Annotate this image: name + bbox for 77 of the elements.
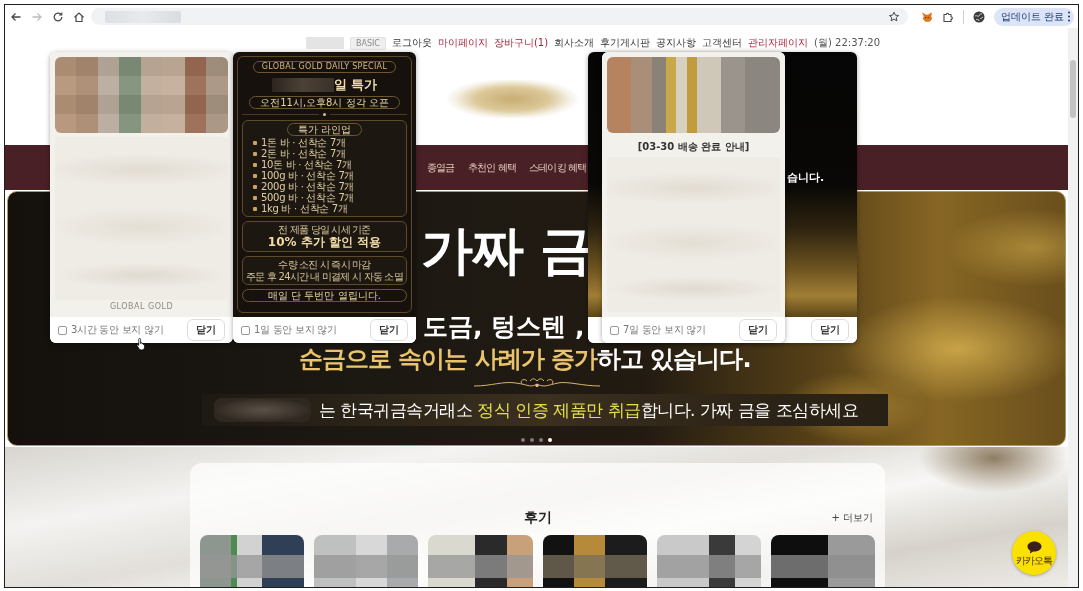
header-link[interactable]: 후기게시판 bbox=[600, 36, 651, 50]
photo-placeholder[interactable] bbox=[656, 535, 761, 587]
lineup-item: 10돈 바 · 선착순 7개 bbox=[261, 159, 352, 170]
popup-image-text: 습니다. bbox=[787, 171, 826, 184]
nav-link[interactable]: 스테이킹 혜택 bbox=[529, 160, 587, 175]
close-button[interactable]: 닫기 bbox=[370, 319, 408, 341]
profile-icon[interactable] bbox=[972, 10, 985, 23]
discount-note: 전 제품 당일 시세 기준 bbox=[278, 224, 371, 235]
rule-text: 수량 소진 시 즉시 마감 bbox=[278, 259, 371, 270]
back-icon[interactable] bbox=[10, 10, 22, 23]
nav-link[interactable]: 종열금 bbox=[427, 160, 455, 175]
photo-placeholder[interactable] bbox=[428, 535, 533, 587]
notice-text: 는 한국귀금속거래소 정식 인증 제품만 취급합니다. 가짜 금을 조심하세요 bbox=[319, 398, 859, 422]
header-link[interactable]: 관리자페이지 bbox=[748, 36, 809, 50]
scrollbar[interactable] bbox=[1068, 28, 1078, 587]
header-link[interactable]: 장바구니(1) bbox=[493, 36, 549, 50]
bullet-icon bbox=[253, 162, 257, 167]
scrollbar-thumb[interactable] bbox=[1070, 60, 1076, 118]
carousel-dot[interactable] bbox=[530, 438, 534, 442]
chat-bubble-icon bbox=[1026, 540, 1042, 554]
photo-placeholder[interactable] bbox=[770, 535, 876, 587]
tier-badge: BASIC bbox=[349, 36, 386, 50]
banner-warning-text: 순금으로 속이는 사례가 증가하고 있습니다. bbox=[299, 345, 751, 374]
header-link[interactable]: 회사소개 bbox=[554, 36, 595, 50]
discount-headline: 10% 추가 할인 적용 bbox=[267, 236, 382, 249]
reload-icon[interactable] bbox=[52, 10, 64, 23]
bullet-icon bbox=[253, 140, 257, 145]
banner-subline: 도금, 텅스텐 , bbox=[423, 312, 585, 341]
flourish-icon bbox=[471, 377, 602, 390]
home-icon[interactable] bbox=[73, 10, 85, 23]
lineup-item: 1kg 바 · 선착순 7개 bbox=[261, 203, 348, 214]
close-button[interactable]: 닫기 bbox=[739, 319, 777, 341]
lineup-item: 1돈 바 · 선착순 7개 bbox=[261, 137, 346, 148]
section-title: 후기 bbox=[523, 509, 552, 527]
close-button[interactable]: 닫기 bbox=[187, 319, 225, 341]
photo-placeholder[interactable] bbox=[200, 535, 305, 587]
bullet-icon bbox=[253, 206, 257, 211]
nav-link[interactable]: 추천인 혜택 bbox=[467, 160, 516, 175]
datetime-text: (월) 22:37:20 bbox=[814, 36, 880, 50]
carousel-dot[interactable] bbox=[548, 438, 552, 442]
fox-icon[interactable] bbox=[920, 10, 933, 23]
lineup-item: 500g 바 · 선착순 7개 bbox=[261, 192, 355, 203]
carousel-dot[interactable] bbox=[521, 438, 525, 442]
bullet-icon bbox=[253, 195, 257, 200]
bullet-icon bbox=[253, 151, 257, 156]
checkbox[interactable] bbox=[610, 325, 619, 335]
blurred-block bbox=[305, 37, 344, 49]
more-link[interactable]: + 더보기 bbox=[831, 511, 873, 525]
chat-button[interactable]: 카카오톡 bbox=[1012, 531, 1056, 575]
lineup-item: 100g 바 · 선착순 7개 bbox=[261, 170, 355, 181]
update-button[interactable]: 업데이트 완료 bbox=[993, 7, 1074, 26]
blurred-block bbox=[271, 77, 334, 92]
photo-placeholder[interactable] bbox=[542, 535, 647, 587]
checkbox-label[interactable]: 1일 동안 보지 않기 bbox=[254, 323, 337, 337]
banner-headline: 가짜 금 bbox=[421, 220, 592, 280]
checkbox[interactable] bbox=[241, 325, 250, 335]
notice-title: [03-30 배송 완료 안내] bbox=[636, 140, 751, 154]
star-icon[interactable] bbox=[887, 10, 900, 23]
checkbox-label[interactable]: 7일 동안 보지 않기 bbox=[623, 323, 706, 337]
checkbox-label[interactable]: 3시간 동안 보지 않기 bbox=[71, 323, 164, 337]
puzzle-icon[interactable] bbox=[941, 10, 954, 23]
carousel-dot[interactable] bbox=[539, 438, 543, 442]
caption-text: GLOBAL GOLD bbox=[108, 302, 175, 312]
header-link[interactable]: 로그아웃 bbox=[391, 36, 432, 50]
header-link[interactable]: 고객센터 bbox=[702, 36, 743, 50]
lineup-item: 2돈 바 · 선착순 7개 bbox=[261, 148, 346, 159]
header-link[interactable]: 마이페이지 bbox=[437, 36, 488, 50]
header-link[interactable]: 공지사항 bbox=[656, 36, 697, 50]
special-title: 일 특가 bbox=[333, 77, 378, 92]
checkbox[interactable] bbox=[58, 325, 67, 335]
bullet-icon bbox=[253, 184, 257, 189]
dot-icon bbox=[323, 113, 326, 116]
close-button[interactable]: 닫기 bbox=[811, 319, 849, 341]
more-options-icon bbox=[1067, 11, 1071, 22]
lineup-item: 200g 바 · 선착순 7개 bbox=[261, 181, 355, 192]
bullet-icon bbox=[253, 173, 257, 178]
rule-text: 주문 후 24시간 내 미결제 시 자동 소멸 bbox=[246, 271, 403, 282]
